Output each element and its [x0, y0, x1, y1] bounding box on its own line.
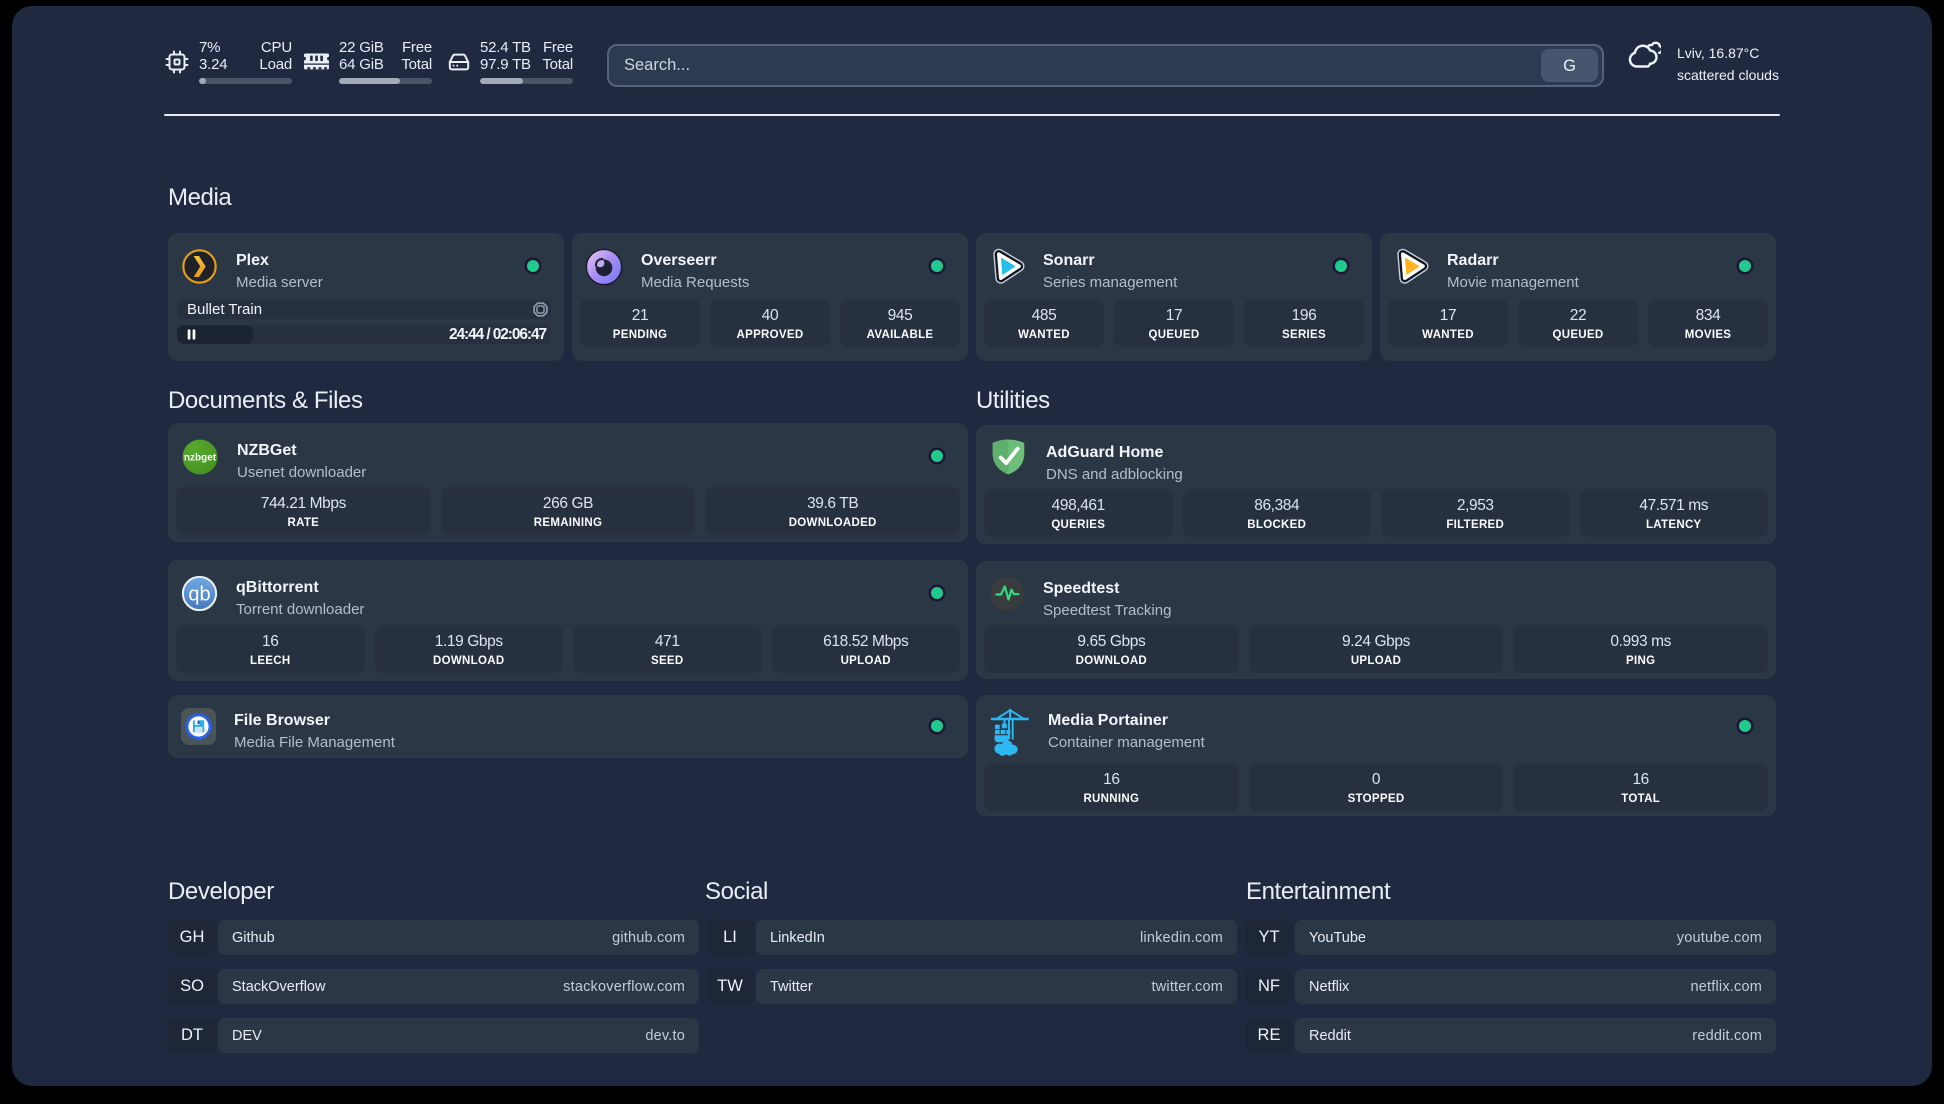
svg-text:nzbget: nzbget	[184, 453, 217, 464]
svg-text:qb: qb	[188, 584, 210, 606]
